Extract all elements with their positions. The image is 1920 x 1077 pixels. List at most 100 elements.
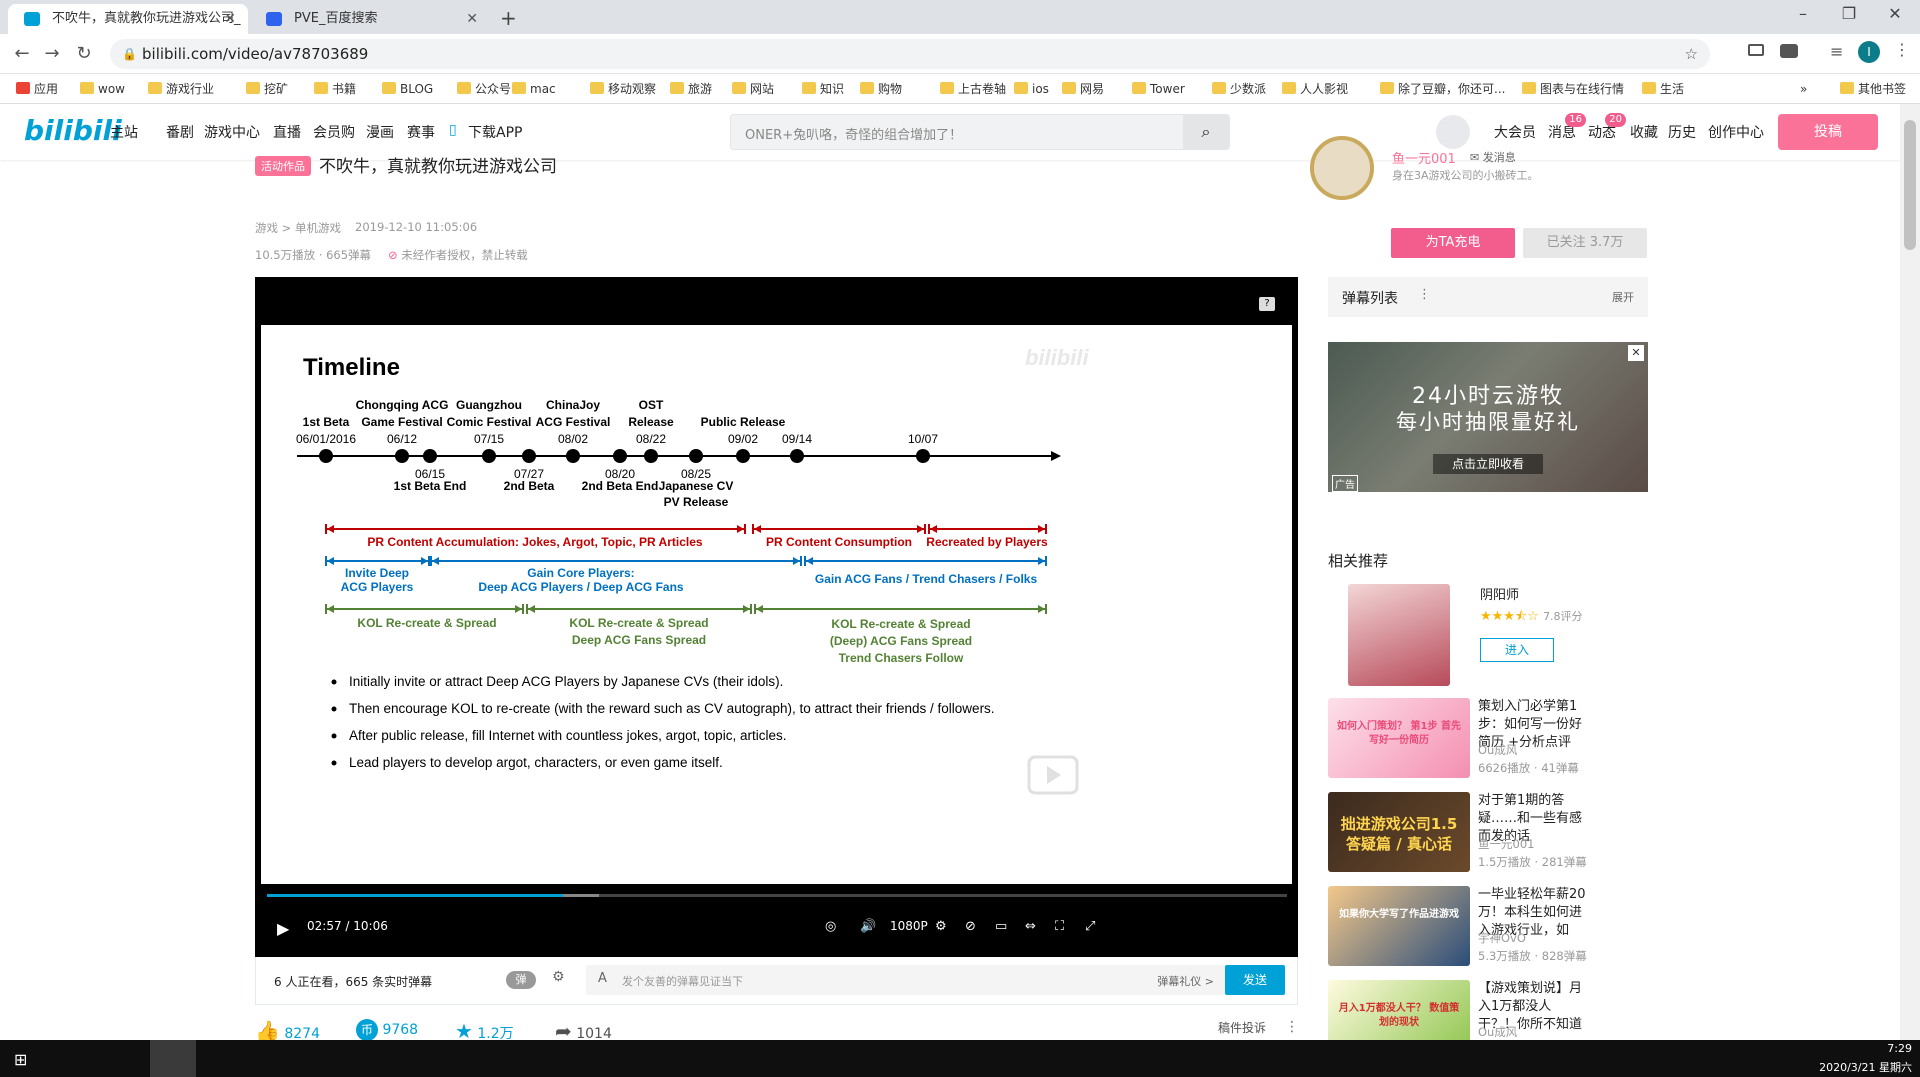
related-thumbnail[interactable]: 月入1万都没人干？ 数值策划的现状 [1328, 980, 1470, 1040]
related-item[interactable]: 如何入门策划？ 第1步 首先写好一份简历 策划入门必学第1步：如何写一份好简历 +… [1328, 698, 1590, 780]
bookmark-3[interactable]: 挖矿 [244, 74, 288, 104]
taskbar-app[interactable] [150, 1040, 196, 1077]
bookmarks-more[interactable]: » [1800, 74, 1807, 104]
nav-link-4[interactable]: 会员购 [313, 122, 355, 142]
bookmark-10[interactable]: 网站 [730, 74, 774, 104]
bilibili-logo[interactable]: bilibili [24, 114, 122, 147]
related-uploader[interactable]: Ou成风 [1478, 1024, 1517, 1040]
bookmark-11[interactable]: 知识 [800, 74, 844, 104]
bookmark-22[interactable]: 其他书签 [1838, 74, 1906, 104]
bookmark-5[interactable]: BLOG [380, 74, 433, 104]
pip-icon[interactable]: ▭ [995, 919, 1007, 934]
windows-start-icon[interactable]: ⊞ [14, 1050, 27, 1069]
font-icon[interactable]: A [598, 971, 607, 986]
user-nav-1[interactable]: 消息 16 [1548, 113, 1586, 142]
star-icon[interactable]: ☆ [1685, 39, 1698, 69]
bookmark-18[interactable]: 人人影视 [1280, 74, 1348, 104]
bookmark-14[interactable]: ios [1012, 74, 1049, 104]
minimize-icon[interactable]: – [1780, 0, 1826, 30]
user-nav-2[interactable]: 动态 20 [1588, 113, 1626, 142]
fullscreen-icon[interactable]: ⤢ [1085, 919, 1095, 934]
forward-icon[interactable]: → [40, 42, 64, 66]
bookmark-17[interactable]: 少数派 [1210, 74, 1266, 104]
nav-link-2[interactable]: 游戏中心 [204, 122, 260, 142]
settings-icon[interactable]: ⚙ [935, 919, 947, 934]
uploader-avatar[interactable] [1310, 136, 1374, 200]
message-link[interactable]: ✉ 发消息 [1470, 149, 1516, 165]
video-player[interactable]: ? Timeline bilibili 1st Beta 06/01/2016 Chon… [255, 277, 1298, 957]
search-icon[interactable]: ⌕ [1183, 115, 1229, 149]
game-cover[interactable] [1348, 584, 1450, 686]
bookmark-6[interactable]: 公众号 [455, 74, 511, 104]
close-icon[interactable]: ✕ [224, 4, 236, 34]
back-icon[interactable]: ← [10, 42, 34, 66]
follow-button[interactable]: 已关注 3.7万 [1523, 228, 1647, 258]
volume-icon[interactable]: 🔊 [860, 919, 876, 934]
user-nav-5[interactable]: 创作中心 [1708, 122, 1764, 142]
upload-button[interactable]: 投稿 [1778, 114, 1878, 150]
related-uploader[interactable]: 宇神OvO [1478, 930, 1526, 946]
new-tab-icon[interactable]: + [500, 6, 517, 30]
nav-link-1[interactable]: 番剧 [166, 122, 194, 142]
close-window-icon[interactable]: ✕ [1872, 0, 1918, 30]
related-item[interactable]: 如果你大学写了作品进游戏 一毕业轻松年薪20万！本科生如何进入游戏行业，如 宇神Ov… [1328, 886, 1590, 968]
bookmark-21[interactable]: 生活 [1640, 74, 1684, 104]
tab-active[interactable]: 不吹牛，真就教你玩进游戏公司_ ✕ [8, 4, 248, 34]
danmaku-etiquette-link[interactable]: 弹幕礼仪 > [1157, 973, 1214, 989]
expand-link[interactable]: 展开 [1612, 289, 1634, 305]
bookmark-9[interactable]: 旅游 [668, 74, 712, 104]
report-link[interactable]: 稿件投诉 [1218, 1019, 1266, 1036]
nav-link-3[interactable]: 直播 [273, 122, 301, 142]
camera-icon[interactable] [1780, 44, 1798, 58]
nav-link-5[interactable]: 漫画 [366, 122, 394, 142]
user-nav-3[interactable]: 收藏 [1630, 122, 1658, 142]
help-icon[interactable]: ? [1259, 297, 1275, 311]
enter-button[interactable]: 进入 [1480, 638, 1554, 662]
send-button[interactable]: 发送 [1225, 965, 1285, 995]
bookmark-7[interactable]: mac [510, 74, 556, 104]
more-icon[interactable]: ⋮ [1418, 287, 1431, 302]
cast-icon[interactable] [1748, 44, 1764, 56]
related-thumbnail[interactable]: 拙进游戏公司1.5 答疑篇 / 真心话 [1328, 792, 1470, 872]
profile-avatar[interactable]: I [1858, 41, 1880, 63]
bookmark-2[interactable]: 游戏行业 [146, 74, 214, 104]
activity-tag[interactable]: 活动作品 [255, 156, 311, 176]
game-name[interactable]: 阴阳师 [1480, 584, 1519, 603]
scroll-thumb[interactable] [1904, 120, 1916, 250]
related-item[interactable]: 拙进游戏公司1.5 答疑篇 / 真心话 对于第1期的答疑……和一些有感而发的话 鱼一… [1328, 792, 1590, 874]
restore-icon[interactable]: ❐ [1826, 0, 1872, 30]
url-field[interactable]: 🔒 bilibili.com/video/av78703689 ☆ [110, 39, 1710, 69]
reload-icon[interactable]: ↻ [72, 42, 96, 66]
ad-banner[interactable]: 24小时云游牧 每小时抽限量好礼 点击立即收看 广告 ✕ [1328, 342, 1648, 492]
close-icon[interactable]: ✕ [466, 4, 478, 34]
related-uploader[interactable]: Ou成风 [1478, 742, 1517, 758]
play-icon[interactable]: ▶ [277, 919, 289, 938]
bookmark-20[interactable]: 图表与在线行情 [1520, 74, 1624, 104]
related-item[interactable]: 月入1万都没人干？ 数值策划的现状 【游戏策划说】月入1万都没人干？！你所不知道 O… [1328, 980, 1590, 1040]
bookmark-15[interactable]: 网易 [1060, 74, 1104, 104]
nav-link-7[interactable]: 下载APP [468, 122, 522, 142]
menu-icon[interactable]: ⋮ [1894, 40, 1910, 59]
uploader-name[interactable]: 鱼一元001 [1392, 148, 1456, 167]
user-avatar[interactable] [1436, 115, 1470, 149]
danmaku-settings-icon[interactable]: ⚙ [552, 969, 565, 985]
danmaku-toggle[interactable]: 弹 [506, 971, 536, 989]
breadcrumb[interactable]: 游戏 > 单机游戏 [255, 220, 341, 236]
coin-button[interactable]: 币 9768 [356, 1019, 418, 1040]
danmaku-input[interactable]: A 发个友善的弹幕见证当下 弹幕礼仪 > [586, 965, 1226, 995]
nav-link-0[interactable]: 主站 [110, 122, 138, 142]
like-button[interactable]: 👍 8274 [255, 1019, 320, 1040]
tab-baidu[interactable]: PVE_百度搜索 ✕ [250, 4, 490, 34]
bookmark-8[interactable]: 移动观察 [588, 74, 656, 104]
related-thumbnail[interactable]: 如何入门策划？ 第1步 首先写好一份简历 [1328, 698, 1470, 778]
reading-list-icon[interactable]: ≡ [1830, 42, 1843, 61]
more-icon[interactable]: ⋮ [1285, 1019, 1299, 1035]
share-button[interactable]: ➦ 1014 [555, 1019, 612, 1040]
danmaku-list-header[interactable]: 弹幕列表 ⋮ 展开 [1328, 277, 1648, 317]
user-nav-0[interactable]: 大会员 [1494, 122, 1536, 142]
related-thumbnail[interactable]: 如果你大学写了作品进游戏 [1328, 886, 1470, 966]
related-uploader[interactable]: 鱼一元001 [1478, 836, 1534, 852]
nav-link-6[interactable]: 赛事 [407, 122, 435, 142]
user-nav-4[interactable]: 历史 [1668, 122, 1696, 142]
danmaku-icon[interactable]: ◎ [825, 919, 836, 934]
